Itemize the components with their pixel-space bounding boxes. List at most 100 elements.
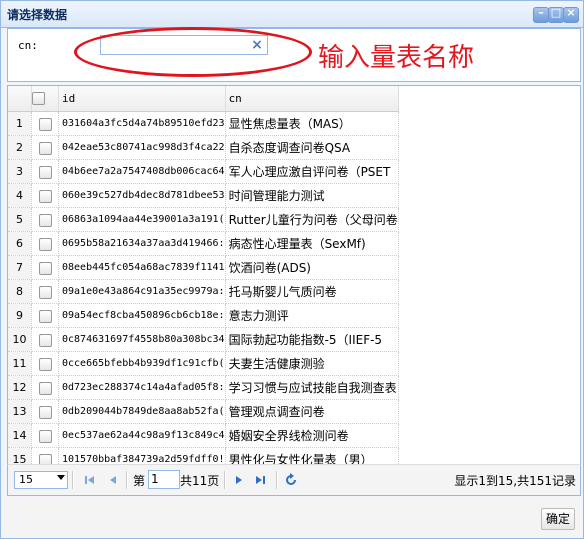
- table-row[interactable]: 13 0db209044b7849de8aa8ab52fa(管理观点调查问卷: [8, 399, 399, 424]
- dropdown-arrow-icon: [57, 475, 65, 480]
- table-row[interactable]: 11 0cce665bfebb4b939df1c91cfb(夫妻生活健康测验: [8, 351, 399, 376]
- row-number: 3: [8, 159, 32, 184]
- maximize-icon: □: [550, 6, 562, 19]
- cell-id[interactable]: 09a54ecf8cba450896cb6cb18e:: [58, 303, 226, 328]
- table-row[interactable]: 5 06863a1094aa44e39001a3a191(Rutter儿童行为问卷…: [8, 207, 399, 232]
- row-checkbox[interactable]: [31, 423, 59, 448]
- checkbox-icon: [38, 285, 52, 299]
- page-prefix: 第: [133, 474, 146, 488]
- row-number: 13: [8, 399, 32, 424]
- checkbox-icon: [32, 92, 45, 106]
- table-row[interactable]: 3 04b6ee7a2a7547408db006cac64 军人心理应激自评问卷（P…: [8, 159, 399, 184]
- dialog-title: 请选择数据: [7, 8, 68, 22]
- cell-cn[interactable]: 时间管理能力测试: [225, 183, 399, 208]
- data-grid: id cn 1 031604a3fc5d4a74b89510efd23 显性焦虑量表…: [7, 85, 581, 465]
- checkbox-icon: [38, 165, 52, 179]
- table-row[interactable]: 6 0695b58a21634a37aa3d419466: 病态性心理量表（SexM…: [8, 231, 399, 256]
- table-row[interactable]: 14 0ec537ae62a44c98a9f13c849c4 婚姻安全界线检测问卷: [8, 423, 399, 448]
- cell-id[interactable]: 060e39c527db4dec8d781dbee53: [58, 183, 226, 208]
- row-number: 14: [8, 423, 32, 448]
- page-size-value: 15: [19, 473, 33, 486]
- cell-cn[interactable]: 军人心理应激自评问卷（PSET: [225, 159, 399, 184]
- row-checkbox[interactable]: [31, 279, 59, 304]
- table-row[interactable]: 15 101570bbaf384739a2d59fdff0! 男性化与女性化量表（男…: [8, 447, 399, 464]
- cell-cn[interactable]: 自杀态度调查问卷QSA: [225, 135, 399, 160]
- checkbox-icon: [38, 405, 52, 419]
- table-row[interactable]: 4 060e39c527db4dec8d781dbee53 时间管理能力测试: [8, 183, 399, 208]
- table-row[interactable]: 1 031604a3fc5d4a74b89510efd23 显性焦虑量表（MAS）: [8, 111, 399, 136]
- column-header-id[interactable]: id: [58, 86, 226, 112]
- row-number: 4: [8, 183, 32, 208]
- cell-cn[interactable]: 男性化与女性化量表（男）: [225, 447, 399, 464]
- row-number: 11: [8, 351, 32, 376]
- checkbox-icon: [38, 213, 52, 227]
- annotation-text: 输入量表名称: [318, 43, 475, 73]
- pagination-info: 显示1到15,共151记录: [454, 474, 576, 488]
- cell-id[interactable]: 0c874631697f4558b80a308bc34: [58, 327, 226, 352]
- cell-id[interactable]: 0ec537ae62a44c98a9f13c849c4: [58, 423, 226, 448]
- cell-id[interactable]: 04b6ee7a2a7547408db006cac64: [58, 159, 226, 184]
- row-checkbox[interactable]: [31, 375, 59, 400]
- cell-id[interactable]: 08eeb445fc054a68ac7839f1141: [58, 255, 226, 280]
- prev-page-icon[interactable]: [106, 473, 120, 487]
- row-checkbox[interactable]: [31, 303, 59, 328]
- page-size-select[interactable]: 15: [14, 471, 68, 489]
- table-row[interactable]: 12 0d723ec288374c14a4afad05f8: 学习习惯与应试技能自我…: [8, 375, 399, 400]
- last-page-icon[interactable]: [254, 473, 268, 487]
- cell-id[interactable]: 06863a1094aa44e39001a3a191(: [58, 207, 226, 232]
- row-checkbox[interactable]: [31, 183, 59, 208]
- row-checkbox[interactable]: [31, 135, 59, 160]
- row-checkbox[interactable]: [31, 231, 59, 256]
- next-page-icon[interactable]: [232, 473, 246, 487]
- cell-cn[interactable]: 婚姻安全界线检测问卷: [225, 423, 399, 448]
- cell-id[interactable]: 042eae53c80741ac998d3f4ca22: [58, 135, 226, 160]
- minimize-icon: –: [538, 6, 544, 19]
- cell-id[interactable]: 101570bbaf384739a2d59fdff0!: [58, 447, 226, 464]
- current-page-input[interactable]: 1: [148, 470, 180, 489]
- confirm-button[interactable]: 确定: [541, 508, 575, 530]
- first-page-icon[interactable]: [82, 473, 96, 487]
- cell-cn[interactable]: 管理观点调查问卷: [225, 399, 399, 424]
- table-row[interactable]: 2 042eae53c80741ac998d3f4ca22 自杀态度调查问卷QSA: [8, 135, 399, 160]
- cell-cn[interactable]: Rutter儿童行为问卷（父母问卷: [225, 207, 399, 232]
- cell-cn[interactable]: 病态性心理量表（SexMf): [225, 231, 399, 256]
- refresh-icon[interactable]: [284, 473, 298, 487]
- row-checkbox[interactable]: [31, 327, 59, 352]
- cell-cn[interactable]: 夫妻生活健康测验: [225, 351, 399, 376]
- dialog-titlebar: 请选择数据 – □ ×: [1, 1, 583, 28]
- cell-id[interactable]: 0db209044b7849de8aa8ab52fa(: [58, 399, 226, 424]
- table-row[interactable]: 8 09a1e0e43a864c91a35ec9979a: 托马斯婴儿气质问卷: [8, 279, 399, 304]
- cell-id[interactable]: 0695b58a21634a37aa3d419466:: [58, 231, 226, 256]
- row-number: 15: [8, 447, 32, 464]
- row-checkbox[interactable]: [31, 447, 59, 464]
- cell-cn[interactable]: 显性焦虑量表（MAS）: [225, 111, 399, 136]
- close-button[interactable]: ×: [563, 6, 579, 23]
- row-checkbox[interactable]: [31, 255, 59, 280]
- separator: [276, 471, 278, 489]
- cell-cn[interactable]: 饮酒问卷(ADS): [225, 255, 399, 280]
- select-all-checkbox[interactable]: [31, 86, 59, 112]
- row-number: 9: [8, 303, 32, 328]
- cell-id[interactable]: 031604a3fc5d4a74b89510efd23: [58, 111, 226, 136]
- cell-cn[interactable]: 意志力测评: [225, 303, 399, 328]
- cell-cn[interactable]: 学习习惯与应试技能自我测查表: [225, 375, 399, 400]
- row-checkbox[interactable]: [31, 351, 59, 376]
- checkbox-icon: [38, 333, 52, 347]
- row-checkbox[interactable]: [31, 111, 59, 136]
- column-header-cn[interactable]: cn: [225, 86, 399, 112]
- annotation-ellipse: [74, 27, 312, 77]
- table-row[interactable]: 7 08eeb445fc054a68ac7839f1141 饮酒问卷(ADS): [8, 255, 399, 280]
- table-row[interactable]: 9 09a54ecf8cba450896cb6cb18e: 意志力测评: [8, 303, 399, 328]
- cell-cn[interactable]: 国际勃起功能指数-5（IIEF-5: [225, 327, 399, 352]
- cell-id[interactable]: 0d723ec288374c14a4afad05f8:: [58, 375, 226, 400]
- table-row[interactable]: 10 0c874631697f4558b80a308bc34 国际勃起功能指数-5（…: [8, 327, 399, 352]
- cell-id[interactable]: 0cce665bfebb4b939df1c91cfb(: [58, 351, 226, 376]
- row-checkbox[interactable]: [31, 207, 59, 232]
- row-checkbox[interactable]: [31, 399, 59, 424]
- cell-id[interactable]: 09a1e0e43a864c91a35ec9979a:: [58, 279, 226, 304]
- minimize-button[interactable]: –: [533, 6, 549, 23]
- checkbox-icon: [38, 429, 52, 443]
- cell-cn[interactable]: 托马斯婴儿气质问卷: [225, 279, 399, 304]
- row-checkbox[interactable]: [31, 159, 59, 184]
- maximize-button[interactable]: □: [548, 6, 564, 23]
